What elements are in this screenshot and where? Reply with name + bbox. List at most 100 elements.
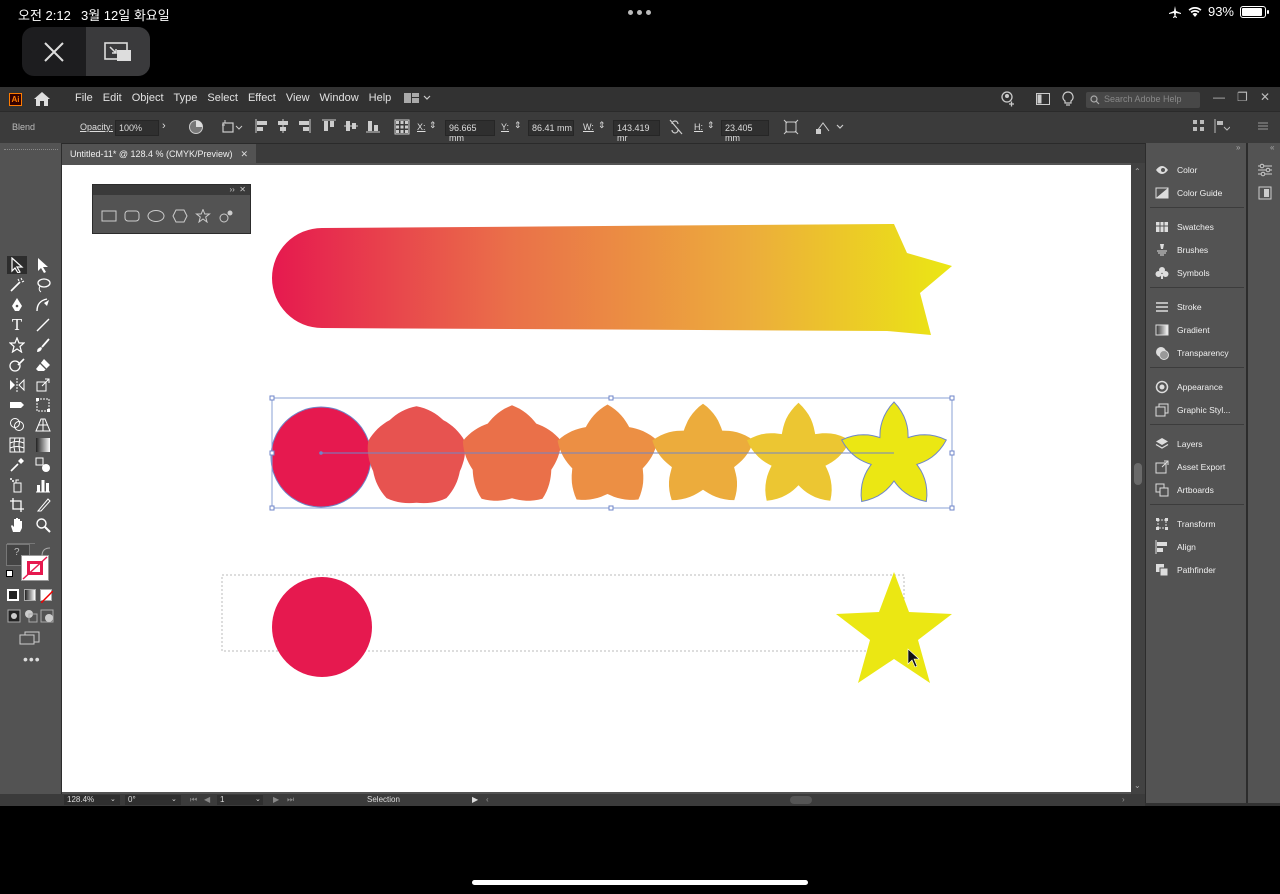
- direct-selection-tool-icon[interactable]: [33, 256, 53, 274]
- color-mode-icon[interactable]: [7, 589, 19, 601]
- mesh-tool-icon[interactable]: [7, 436, 27, 454]
- panel-graphic-styles[interactable]: Graphic Styl...: [1154, 401, 1230, 419]
- eraser-tool-icon[interactable]: [33, 356, 53, 374]
- draw-inside-icon[interactable]: [40, 609, 54, 623]
- panel-gradient[interactable]: Gradient: [1154, 321, 1210, 339]
- column-graph-tool-icon[interactable]: [33, 476, 53, 494]
- draw-behind-icon[interactable]: [24, 609, 38, 623]
- status-menu-icon[interactable]: ▶: [472, 795, 478, 804]
- arrange-documents-icon[interactable]: [1036, 93, 1050, 105]
- panel-transform[interactable]: Transform: [1154, 515, 1215, 533]
- opacity-label[interactable]: Opacity:: [80, 122, 113, 132]
- panel-stroke[interactable]: Stroke: [1154, 298, 1202, 316]
- vertical-scrollbar[interactable]: ⌃ ⌄: [1131, 163, 1145, 794]
- symbol-sprayer-tool-icon[interactable]: [7, 476, 27, 494]
- w-stepper-icon[interactable]: ⇕: [598, 120, 606, 131]
- constrain-proportions-icon[interactable]: [669, 119, 683, 135]
- y-stepper-icon[interactable]: ⇕: [514, 120, 522, 131]
- eyedropper-tool-icon[interactable]: [7, 456, 27, 474]
- h-stepper-icon[interactable]: ⇕: [707, 120, 715, 131]
- multitasking-dots-icon[interactable]: [628, 10, 651, 15]
- document-tab[interactable]: Untitled-11* @ 128.4 % (CMYK/Preview) ✕: [62, 144, 257, 164]
- type-tool-icon[interactable]: T: [7, 316, 27, 334]
- blend-step-shape[interactable]: [367, 406, 466, 504]
- spine-anchor-start[interactable]: [319, 451, 323, 455]
- opacity-field[interactable]: 100%: [115, 120, 159, 136]
- ellipse-tool-icon[interactable]: [147, 209, 165, 223]
- menu-select[interactable]: Select: [207, 92, 238, 104]
- rectangle-tool-icon[interactable]: [101, 209, 117, 223]
- gradient-mode-icon[interactable]: [24, 589, 36, 601]
- horizontal-scroll-thumb[interactable]: [790, 796, 812, 804]
- menu-object[interactable]: Object: [132, 92, 164, 104]
- transform-options-icon[interactable]: [221, 119, 243, 135]
- panel-align[interactable]: Align: [1154, 538, 1196, 556]
- floating-toolbar-header[interactable]: ›› ✕: [93, 185, 250, 195]
- h-field[interactable]: 23.405 mm: [721, 120, 769, 143]
- align-bottom-icon[interactable]: [366, 119, 380, 133]
- screen-mode-icon[interactable]: [19, 631, 41, 645]
- menu-edit[interactable]: Edit: [103, 92, 122, 104]
- panel-pathfinder[interactable]: Pathfinder: [1154, 561, 1216, 579]
- selection-tool-icon[interactable]: [7, 256, 27, 274]
- panel-symbols[interactable]: Symbols: [1154, 264, 1210, 282]
- flare-tool-icon[interactable]: [218, 209, 234, 223]
- paintbrush-tool-icon[interactable]: [33, 336, 53, 354]
- align-right-icon[interactable]: [297, 119, 311, 133]
- lightbulb-icon[interactable]: [1062, 91, 1074, 107]
- end-star[interactable]: [836, 572, 952, 683]
- panel-brushes[interactable]: Brushes: [1154, 241, 1208, 259]
- width-tool-icon[interactable]: [7, 396, 27, 414]
- panel-color[interactable]: Color: [1154, 161, 1197, 179]
- rotation-dropdown-icon[interactable]: ⌄: [171, 795, 177, 803]
- collapse-strip-icon[interactable]: «: [1270, 143, 1274, 152]
- align-left-icon[interactable]: [255, 119, 269, 133]
- artboard[interactable]: [62, 165, 1131, 792]
- vertical-scroll-thumb[interactable]: [1134, 463, 1142, 485]
- close-window-icon[interactable]: ✕: [1260, 90, 1270, 104]
- recolor-artwork-icon[interactable]: [188, 119, 204, 135]
- artboard-dropdown-icon[interactable]: ⌄: [255, 795, 261, 803]
- menu-view[interactable]: View: [286, 92, 310, 104]
- panel-transparency[interactable]: Transparency: [1154, 344, 1229, 362]
- search-adobe-help-input[interactable]: Search Adobe Help: [1086, 92, 1200, 108]
- user-sync-icon[interactable]: [999, 91, 1015, 107]
- expanded-blend-shape[interactable]: [272, 224, 952, 335]
- menu-window[interactable]: Window: [320, 92, 359, 104]
- zoom-tool-icon[interactable]: [33, 516, 53, 534]
- home-icon[interactable]: [34, 92, 50, 106]
- restore-window-icon[interactable]: ❐: [1237, 90, 1248, 104]
- none-mode-icon[interactable]: [40, 589, 54, 604]
- stroke-swatch[interactable]: [21, 555, 49, 581]
- panel-swatches[interactable]: Swatches: [1154, 218, 1214, 236]
- blend-step-shape[interactable]: [840, 401, 948, 503]
- start-circle[interactable]: [272, 577, 372, 677]
- close-tab-icon[interactable]: ✕: [241, 149, 249, 164]
- next-artboard-icon[interactable]: ▶: [273, 795, 279, 804]
- blend-tool-icon[interactable]: [33, 456, 53, 474]
- isolate-blend-icon[interactable]: [815, 119, 833, 135]
- arrange-icon[interactable]: [1214, 119, 1230, 133]
- polygon-tool-icon[interactable]: [172, 209, 188, 223]
- display-mode-button[interactable]: [86, 27, 150, 76]
- lasso-tool-icon[interactable]: [33, 276, 53, 294]
- draw-normal-icon[interactable]: [7, 609, 21, 623]
- panel-layers[interactable]: Layers: [1154, 435, 1203, 453]
- opacity-expand-icon[interactable]: ›: [162, 120, 166, 132]
- scroll-right-icon[interactable]: ›: [1122, 795, 1125, 804]
- panel-grip[interactable]: [4, 149, 58, 153]
- blend-step-shape[interactable]: [270, 406, 372, 508]
- close-session-button[interactable]: [22, 27, 86, 76]
- home-indicator[interactable]: [472, 880, 808, 885]
- align-top-icon[interactable]: [322, 119, 336, 133]
- perspective-grid-tool-icon[interactable]: [33, 416, 53, 434]
- slice-tool-icon[interactable]: [33, 496, 53, 514]
- gradient-tool-icon[interactable]: [33, 436, 53, 454]
- menu-effect[interactable]: Effect: [248, 92, 276, 104]
- rounded-rectangle-tool-icon[interactable]: [124, 209, 140, 223]
- menu-file[interactable]: File: [75, 92, 93, 104]
- hand-tool-icon[interactable]: [7, 516, 27, 534]
- magic-wand-tool-icon[interactable]: [7, 276, 27, 294]
- scale-tool-icon[interactable]: [33, 376, 53, 394]
- panel-color-guide[interactable]: Color Guide: [1154, 184, 1222, 202]
